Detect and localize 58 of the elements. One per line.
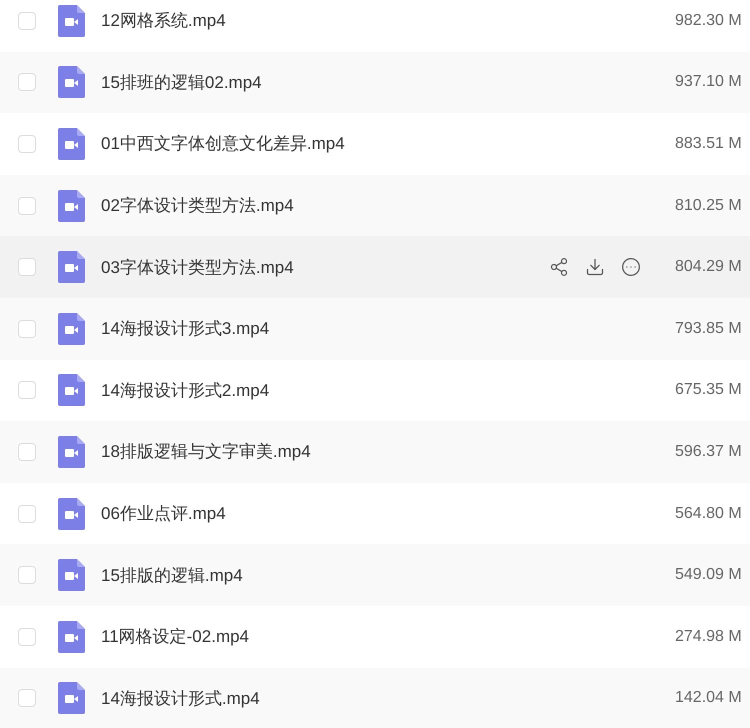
video-file-icon [58, 498, 85, 530]
file-row[interactable]: 15排班的逻辑02.mp4 937.10 M [0, 52, 750, 114]
row-checkbox[interactable] [18, 689, 36, 708]
video-file-icon [58, 66, 85, 98]
file-size: 596.37 M [675, 442, 743, 461]
video-file-icon [58, 436, 85, 468]
row-checkbox[interactable] [18, 442, 36, 461]
file-row[interactable]: 14海报设计形式3.mp4 793.85 M [0, 298, 750, 360]
file-name: 06作业点评.mp4 [101, 503, 227, 526]
video-file-icon [58, 374, 85, 406]
file-size: 549.09 M [675, 566, 743, 584]
file-name: 01中西文字体创意文化差异.mp4 [101, 133, 346, 156]
file-name: 14海报设计形式2.mp4 [101, 380, 270, 402]
file-size: 883.51 M [675, 134, 743, 153]
video-file-icon [58, 190, 85, 222]
share-button[interactable] [549, 257, 569, 278]
file-row[interactable]: 03字体设计类型方法.mp4 804.29 M [0, 236, 750, 298]
file-name: 02字体设计类型方法.mp4 [101, 195, 295, 218]
video-file-icon [58, 251, 85, 284]
file-size: 937.10 M [675, 73, 743, 92]
row-checkbox[interactable] [18, 12, 36, 30]
row-checkbox[interactable] [18, 73, 36, 92]
row-checkbox[interactable] [18, 320, 36, 338]
row-checkbox[interactable] [18, 258, 36, 276]
file-size: 804.29 M [675, 258, 743, 276]
video-file-icon [58, 128, 85, 160]
row-checkbox[interactable] [18, 381, 36, 400]
row-checkbox[interactable] [18, 628, 36, 646]
row-checkbox[interactable] [18, 566, 36, 584]
file-name: 11网格设定-02.mp4 [101, 626, 250, 648]
file-size: 793.85 M [675, 320, 743, 338]
video-file-icon [58, 620, 85, 653]
video-file-icon [58, 312, 85, 345]
file-size: 982.30 M [675, 12, 743, 30]
file-name: 15排班的逻辑02.mp4 [101, 72, 263, 94]
video-file-icon [58, 559, 85, 592]
file-name: 15排版的逻辑.mp4 [101, 564, 244, 587]
file-name: 14海报设计形式3.mp4 [101, 318, 270, 340]
file-size: 142.04 M [675, 689, 743, 708]
file-size: 564.80 M [675, 504, 743, 523]
file-name: 12网格系统.mp4 [101, 10, 227, 32]
row-checkbox[interactable] [18, 196, 36, 215]
file-size: 274.98 M [675, 628, 743, 646]
file-row[interactable]: 14海报设计形式.mp4 142.04 M [0, 668, 750, 728]
row-checkbox[interactable] [18, 134, 36, 153]
file-name: 18排版逻辑与文字审美.mp4 [101, 441, 312, 464]
video-file-icon [58, 4, 85, 37]
file-name: 03字体设计类型方法.mp4 [101, 256, 295, 279]
row-checkbox[interactable] [18, 504, 36, 523]
file-row[interactable]: 18排版逻辑与文字审美.mp4 596.37 M [0, 421, 750, 483]
download-button[interactable] [585, 257, 605, 278]
video-file-icon [58, 682, 85, 714]
file-size: 810.25 M [675, 196, 743, 215]
file-size: 675.35 M [675, 381, 743, 400]
file-name: 14海报设计形式.mp4 [101, 688, 261, 710]
file-row[interactable]: 15排版的逻辑.mp4 549.09 M [0, 544, 750, 606]
more-button[interactable] [621, 257, 641, 278]
file-row[interactable]: 02字体设计类型方法.mp4 810.25 M [0, 174, 750, 236]
